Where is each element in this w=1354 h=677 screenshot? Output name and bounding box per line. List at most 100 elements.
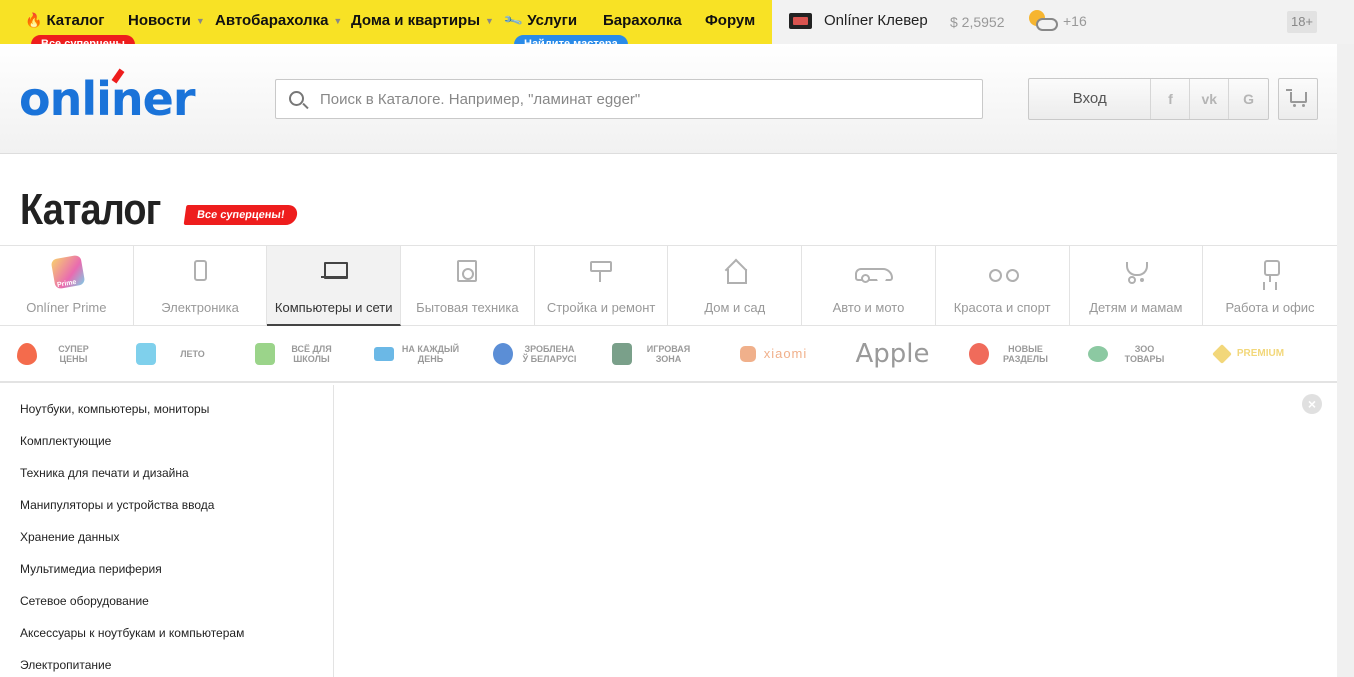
pet-food-icon: [1087, 345, 1108, 362]
topnav-auto-label: Автобарахолка: [215, 12, 329, 29]
currency-rate[interactable]: $ 2,5952: [950, 14, 1005, 30]
clever-label: Onlíner Клевер: [824, 12, 928, 29]
topnav-news-label: Новости: [128, 12, 191, 29]
category-tab-construction[interactable]: Стройка и ремонт: [535, 246, 669, 326]
top-bar: 🔥 Каталог Новости ▼ Автобарахолка ▼ Дома…: [0, 0, 1354, 54]
topnav-catalog[interactable]: 🔥 Каталог: [25, 12, 105, 29]
facebook-icon[interactable]: f: [1151, 79, 1191, 119]
topnav-baraholka-label: Барахолка: [603, 12, 682, 29]
laptop-icon: [320, 260, 348, 286]
promo-label: СУПЕР ЦЕНЫ: [58, 343, 89, 364]
auth-block: Вход f vk G: [1028, 78, 1269, 120]
summer-icon: [135, 342, 156, 365]
category-label: Работа и офис: [1225, 300, 1315, 315]
promo-apple[interactable]: Apple: [833, 334, 952, 374]
category-tab-electronics[interactable]: Электроника: [134, 246, 268, 326]
category-label: Красота и спорт: [953, 300, 1051, 315]
phone-icon: [187, 260, 213, 286]
car-icon: [855, 260, 894, 286]
search-input[interactable]: [320, 80, 970, 118]
flame-icon: [16, 342, 37, 365]
bicycle-icon: [989, 260, 1020, 286]
sun-cloud-icon: [1027, 8, 1059, 34]
category-label: Onlíner Prime: [26, 300, 107, 315]
promo-label: НОВЫЕ РАЗДЕЛЫ: [1003, 343, 1048, 364]
promo-premium[interactable]: PREMIUM: [1190, 334, 1309, 374]
promo-new-sections[interactable]: НОВЫЕ РАЗДЕЛЫ: [952, 334, 1071, 374]
office-chair-icon: [1257, 260, 1283, 286]
category-tab-beauty-sport[interactable]: Красота и спорт: [936, 246, 1070, 326]
topnav-news[interactable]: Новости ▼: [128, 12, 205, 29]
clever-link[interactable]: Onlíner Клевер: [789, 12, 928, 29]
chevron-down-icon: ▼: [333, 15, 343, 26]
sidebar-item-power[interactable]: Электропитание: [20, 658, 111, 672]
close-icon[interactable]: ×: [1302, 394, 1322, 414]
google-icon[interactable]: G: [1229, 79, 1268, 119]
gamer-icon: [611, 342, 632, 365]
vk-icon[interactable]: vk: [1190, 79, 1230, 119]
cart-icon: [1286, 89, 1307, 107]
topnav-services[interactable]: 🔧 Услуги: [502, 9, 577, 31]
promo-label: ЛЕТО: [180, 348, 205, 359]
promo-everyday[interactable]: НА КАЖДЫЙ ДЕНЬ: [357, 334, 476, 374]
category-tab-work-office[interactable]: Работа и офис: [1203, 246, 1337, 326]
promo-superprices[interactable]: СУПЕР ЦЕНЫ: [0, 334, 119, 374]
topnav-catalog-label: Каталог: [46, 12, 105, 29]
sidebar-item-laptops[interactable]: Ноутбуки, компьютеры, мониторы: [20, 402, 209, 416]
sidebar-item-storage[interactable]: Хранение данных: [20, 530, 120, 544]
promo-made-in-belarus[interactable]: ЗРОБЛЕНА Ў БЕЛАРУСІ: [476, 334, 595, 374]
search-icon: [289, 91, 304, 106]
category-tab-home-garden[interactable]: Дом и сад: [668, 246, 803, 326]
category-tab-auto-moto[interactable]: Авто и мото: [802, 246, 936, 326]
backpack-icon: [254, 342, 275, 365]
sidebar-item-input-devices[interactable]: Манипуляторы и устройства ввода: [20, 498, 214, 512]
category-label: Дом и сад: [704, 300, 766, 315]
promo-gaming-zone[interactable]: ИГРОВАЯ ЗОНА: [595, 334, 714, 374]
promo-label: ИГРОВАЯ ЗОНА: [646, 343, 691, 364]
category-label: Бытовая техника: [416, 300, 519, 315]
onliner-logo[interactable]: onliner: [19, 72, 196, 126]
category-tab-computers[interactable]: Компьютеры и сети: [267, 246, 402, 326]
sidebar-item-components[interactable]: Комплектующие: [20, 434, 111, 448]
promo-label: ЗРОБЛЕНА Ў БЕЛАРУСІ: [522, 343, 577, 364]
topnav-forum-label: Форум: [705, 12, 756, 29]
category-tab-prime[interactable]: Onlíner Prime: [0, 246, 134, 326]
flame-icon: 🔥: [25, 12, 43, 28]
sidebar-item-printing[interactable]: Техника для печати и дизайна: [20, 466, 189, 480]
topnav-forum[interactable]: Форум: [705, 12, 755, 29]
category-label: Детям и мамам: [1089, 300, 1183, 315]
chevron-down-icon: ▼: [195, 15, 205, 26]
category-tab-appliances[interactable]: Бытовая техника: [401, 246, 535, 326]
promo-label: ВСЁ ДЛЯ ШКОЛЫ: [291, 343, 332, 364]
clever-card-icon: [789, 12, 812, 29]
topnav-realty[interactable]: Дома и квартиры ▼: [351, 12, 494, 29]
promo-school[interactable]: ВСЁ ДЛЯ ШКОЛЫ: [238, 334, 357, 374]
cart-button[interactable]: [1278, 78, 1318, 120]
subcategory-sidebar: Ноутбуки, компьютеры, мониторы Комплекту…: [0, 385, 334, 677]
category-tabs: Onlíner Prime Электроника Компьютеры и с…: [0, 245, 1337, 326]
category-tab-kids[interactable]: Детям и мамам: [1070, 246, 1204, 326]
wrench-icon: 🔧: [502, 9, 524, 31]
page-scrollbar-track[interactable]: [1337, 44, 1354, 677]
topnav-baraholka[interactable]: Барахолка: [603, 12, 682, 29]
promo-summer[interactable]: ЛЕТО: [119, 334, 238, 374]
paint-roller-icon: [588, 260, 614, 286]
topnav-auto[interactable]: Автобарахолка ▼: [215, 12, 342, 29]
sidebar-item-network[interactable]: Сетевое оборудование: [20, 594, 149, 608]
house-icon: [722, 260, 748, 286]
category-label: Компьютеры и сети: [274, 300, 393, 315]
xiaomi-logo: [739, 345, 756, 362]
chevron-down-icon: ▼: [485, 15, 494, 26]
page-title: Каталог: [20, 185, 161, 234]
promo-zoo[interactable]: ЗОО ТОВАРЫ: [1071, 334, 1190, 374]
snowflake-icon: [492, 342, 513, 365]
catalog-search[interactable]: [275, 79, 983, 119]
superprice-title-badge[interactable]: Все суперцены!: [183, 205, 298, 225]
login-button[interactable]: Вход: [1029, 79, 1152, 119]
sidebar-item-multimedia[interactable]: Мультимедиа периферия: [20, 562, 162, 576]
weather-widget[interactable]: +16: [1027, 8, 1087, 34]
cart-icon: [373, 346, 394, 361]
category-label: Электроника: [161, 300, 239, 315]
promo-xiaomi[interactable]: xiaomi: [714, 334, 833, 374]
sidebar-item-accessories[interactable]: Аксессуары к ноутбукам и компьютерам: [20, 626, 244, 640]
